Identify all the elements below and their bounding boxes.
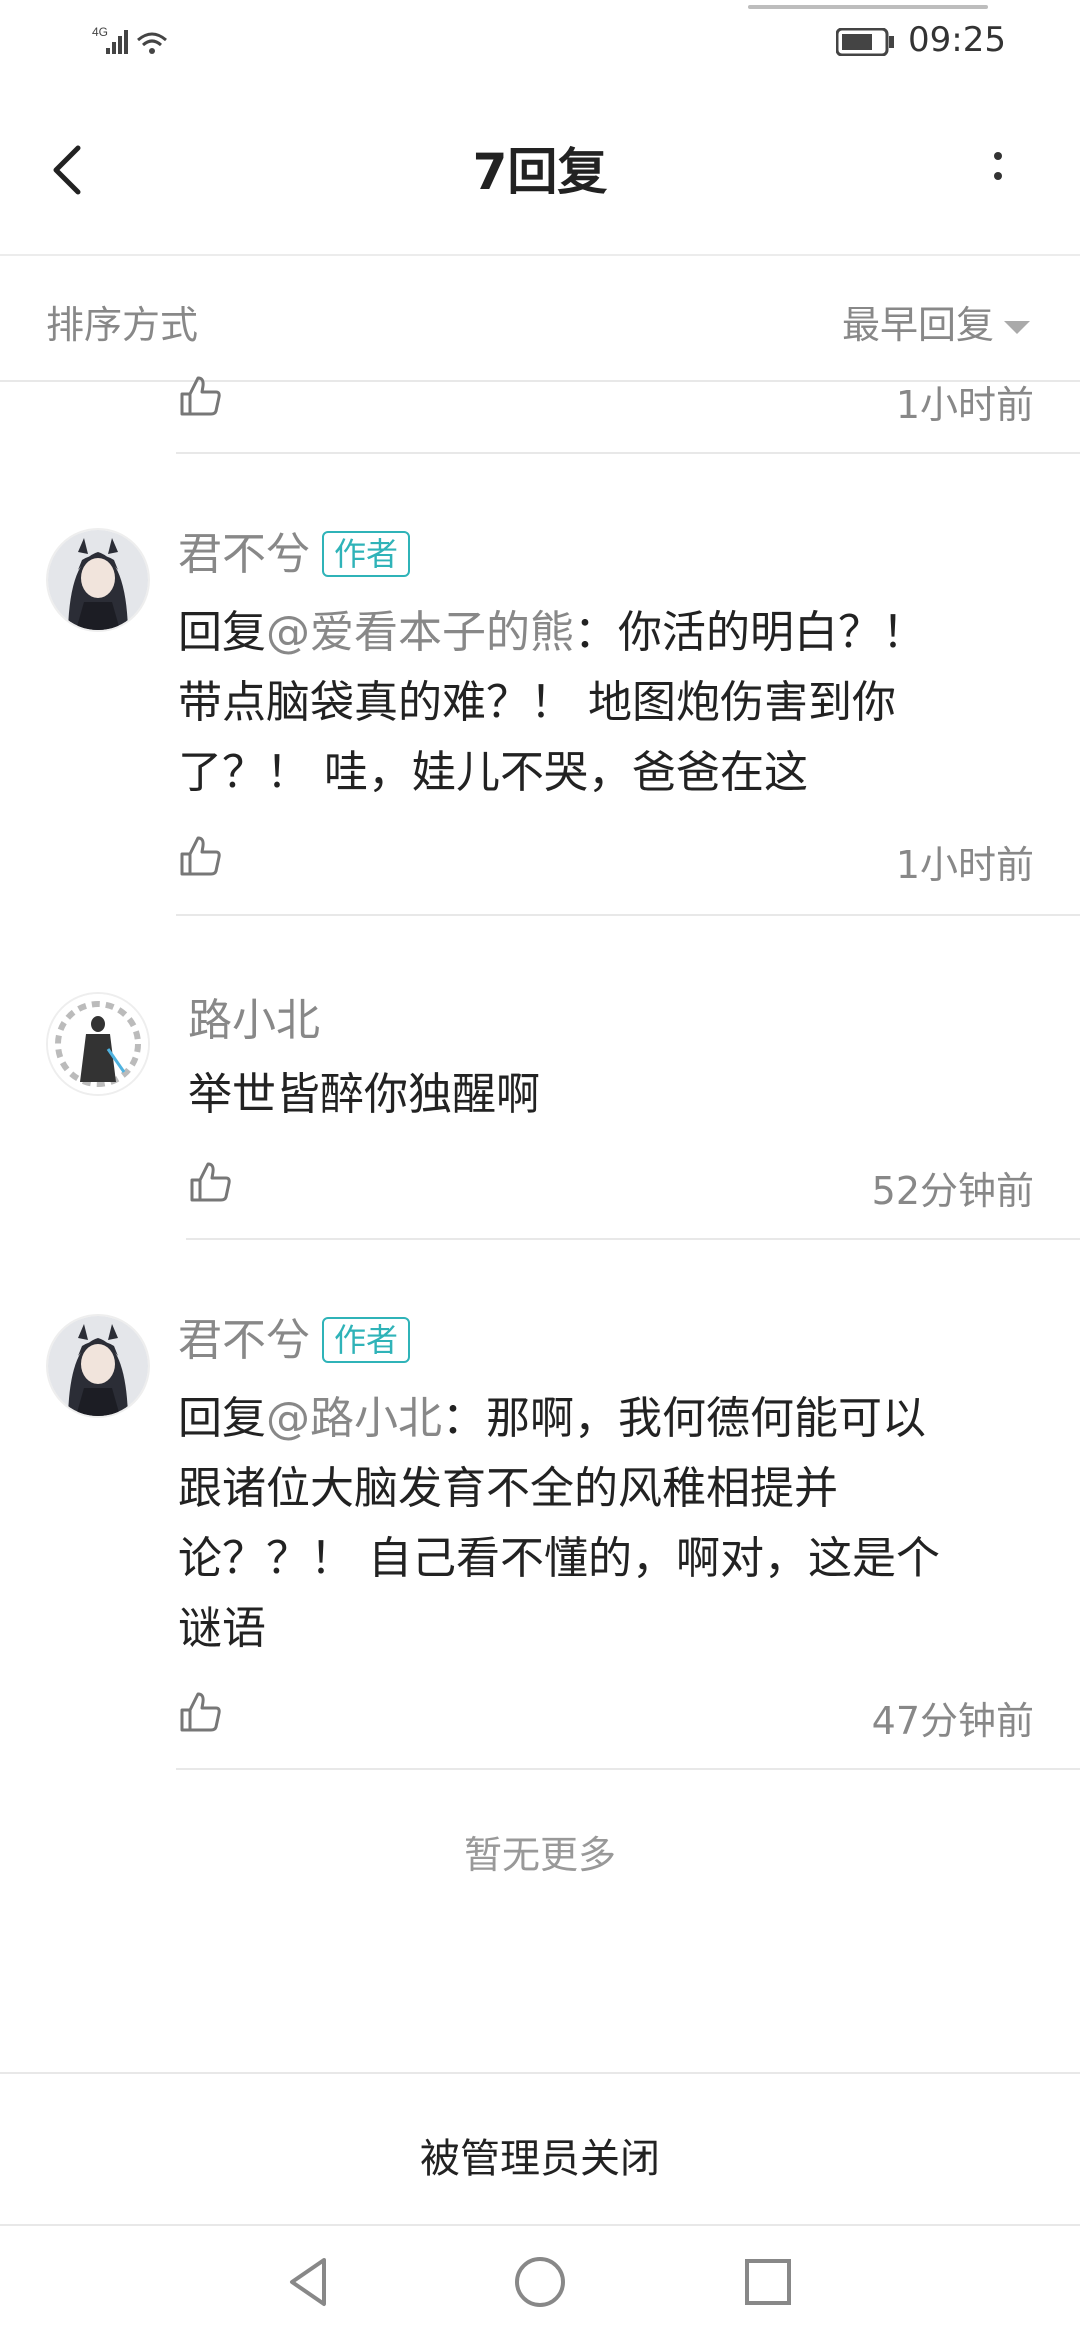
username: 路小北: [188, 995, 320, 1046]
avatar[interactable]: [46, 1314, 150, 1418]
mention-link[interactable]: @爱看本子的熊: [266, 607, 574, 658]
username: 君不兮: [178, 529, 310, 580]
nav-home-icon[interactable]: [510, 2252, 570, 2312]
clock: 09:25: [908, 20, 1006, 60]
reply-prefix: 回复: [178, 1393, 266, 1444]
comment-body: 回复@爱看本子的熊：你活的明白？！ 带点脑袋真的难？！ 地图炮伤害到你 了？！ …: [178, 607, 926, 798]
comment-time: 1小时前: [895, 383, 1034, 427]
status-bar: 4G 09:25: [0, 0, 1080, 90]
nav-recents-icon[interactable]: [738, 2252, 798, 2312]
nav-back-icon[interactable]: [280, 2252, 340, 2312]
signal-icon: 4G: [92, 25, 167, 54]
sort-label: 排序方式: [46, 303, 199, 347]
thumbs-up-icon[interactable]: [178, 1690, 222, 1734]
divider: [186, 1238, 1080, 1240]
comment-author[interactable]: 君不兮 作者: [178, 518, 411, 582]
username: 君不兮: [178, 1315, 310, 1366]
avatar[interactable]: [46, 528, 150, 632]
author-badge: 作者: [322, 1317, 411, 1363]
reply-prefix: 回复: [178, 607, 266, 658]
comment-time: 47分钟前: [871, 1699, 1034, 1743]
comment-author[interactable]: 路小北: [188, 984, 320, 1048]
closed-notice-bar: 被管理员关闭: [0, 2072, 1080, 2226]
sort-dropdown[interactable]: 最早回复: [842, 294, 1030, 349]
comment-author[interactable]: 君不兮 作者: [178, 1304, 411, 1368]
avatar-image: [48, 994, 148, 1094]
divider: [176, 452, 1080, 454]
sort-bar: 排序方式 最早回复: [0, 256, 1080, 382]
status-indicator: [748, 5, 988, 9]
battery-icon: [836, 28, 894, 56]
author-badge: 作者: [322, 531, 411, 577]
more-vertical-icon[interactable]: [986, 144, 1010, 204]
divider: [176, 1768, 1080, 1770]
thumbs-up-icon[interactable]: [178, 834, 222, 878]
divider: [176, 914, 1080, 916]
page-title: 7回复: [472, 143, 608, 201]
closed-notice: 被管理员关闭: [420, 2136, 660, 2182]
avatar-image: [48, 1316, 148, 1416]
thumbs-up-icon[interactable]: [178, 374, 222, 418]
sort-selected-value: 最早回复: [841, 303, 994, 347]
caret-down-icon: [1004, 321, 1030, 334]
mention-link[interactable]: @路小北: [266, 1393, 442, 1444]
svg-text:4G: 4G: [92, 25, 108, 39]
system-nav-bar: [0, 2224, 1080, 2340]
comment-body: 举世皆醉你独醒啊: [188, 1069, 540, 1120]
app-header: 7回复: [0, 90, 1080, 256]
comment-time: 52分钟前: [871, 1169, 1034, 1213]
avatar[interactable]: [46, 992, 150, 1096]
avatar-image: [48, 530, 148, 630]
comment-time: 1小时前: [895, 843, 1034, 887]
thumbs-up-icon[interactable]: [188, 1160, 232, 1204]
no-more-label: 暂无更多: [463, 1833, 616, 1877]
comment-body: 回复@路小北：那啊，我何德何能可以 跟诸位大脑发育不全的风稚相提并 论？？！ 自…: [178, 1393, 940, 1654]
